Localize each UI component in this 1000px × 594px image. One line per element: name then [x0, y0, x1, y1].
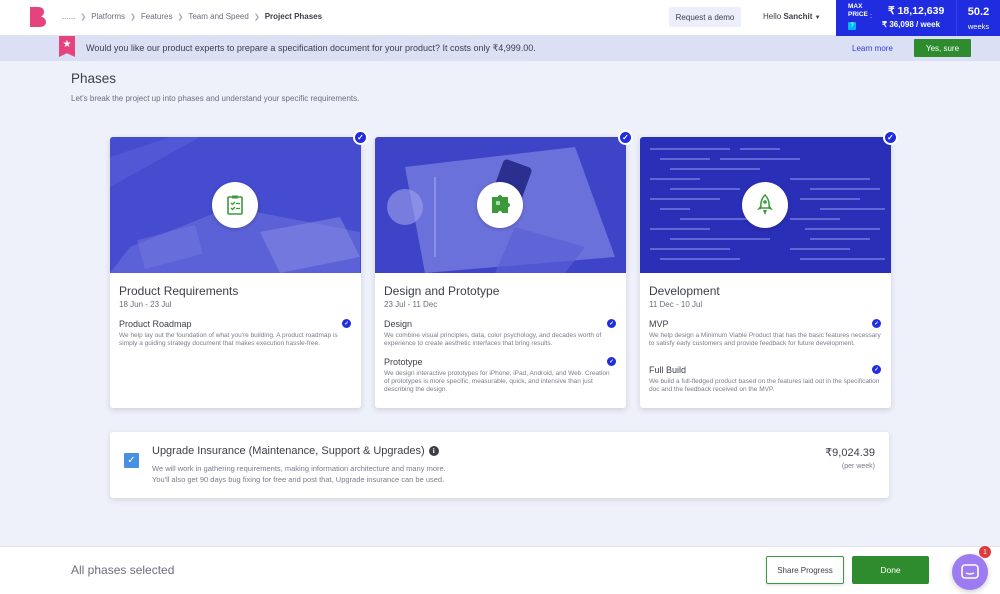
user-menu[interactable]: Hello Sanchit ▼: [763, 12, 821, 21]
feature-description: We combine visual principles, data, colo…: [384, 332, 602, 347]
done-button[interactable]: Done: [852, 556, 929, 584]
phase-image: [110, 137, 361, 273]
phase-card-development[interactable]: ✓ Development 11 Dec - 10 Jul MVP ✓ We h…: [640, 130, 898, 408]
price-summary: MAX PRICE ? : ₹ 18,12,639 ₹ 36,098 / wee…: [836, 0, 1000, 36]
learn-more-link[interactable]: Learn more: [852, 44, 893, 53]
phase-dates: 23 Jul - 11 Dec: [384, 300, 438, 309]
insurance-checkbox[interactable]: ✓: [124, 453, 139, 468]
phase-title: Development: [649, 284, 720, 298]
help-icon[interactable]: ?: [848, 22, 856, 30]
promo-banner: ★ Would you like our product experts to …: [0, 36, 1000, 61]
weeks-value: 50.2: [967, 6, 990, 18]
phase-dates: 11 Dec - 10 Jul: [649, 300, 703, 309]
price-colon: :: [870, 13, 872, 20]
feature-description: We build a full-fledged product based on…: [649, 378, 880, 393]
promo-text: Would you like our product experts to pr…: [86, 43, 536, 53]
duration-box: 50.2 weeks: [956, 0, 1000, 36]
breadcrumb-team-speed[interactable]: Team and Speed: [188, 12, 249, 21]
footer-bar: All phases selected Share Progress Done: [0, 546, 1000, 594]
breadcrumb: ...... ❯ Platforms ❯ Features ❯ Team and…: [62, 12, 322, 21]
puzzle-icon: [477, 182, 523, 228]
feature-item-full-build[interactable]: Full Build ✓ We build a full-fledged pro…: [649, 365, 881, 394]
request-demo-button[interactable]: Request a demo: [669, 7, 741, 27]
rocket-icon: [742, 182, 788, 228]
user-name: Sanchit: [783, 12, 813, 21]
insurance-price: ₹9,024.39: [825, 447, 875, 459]
phase-selected-check-icon[interactable]: ✓: [618, 130, 633, 145]
greeting-text: Hello: [763, 12, 782, 21]
feature-description: We help design a Minimum Viable Product …: [649, 332, 881, 347]
feature-description: We help lay out the foundation of what y…: [119, 332, 338, 347]
breadcrumb-features[interactable]: Features: [141, 12, 173, 21]
phase-selected-check-icon[interactable]: ✓: [353, 130, 368, 145]
top-navigation-bar: ...... ❯ Platforms ❯ Features ❯ Team and…: [0, 0, 1000, 36]
phase-card-product-requirements[interactable]: ✓ Product Requirements 18 Jun - 23 Jul P…: [110, 130, 368, 408]
feature-check-icon[interactable]: ✓: [342, 319, 351, 328]
info-icon[interactable]: i: [428, 446, 439, 456]
phase-image: [375, 137, 626, 273]
star-badge-icon: ★: [59, 36, 75, 57]
feature-check-icon[interactable]: ✓: [607, 319, 616, 328]
phase-card-design-prototype[interactable]: ✓ Design and Prototype 23 Jul - 11 Dec D…: [375, 130, 633, 408]
feature-name: Product Roadmap: [119, 319, 192, 329]
feature-name: MVP: [649, 319, 669, 329]
feature-check-icon[interactable]: ✓: [872, 365, 881, 374]
insurance-desc-line-2: You'll also get 90 days bug fixing for f…: [152, 475, 445, 484]
weeks-label: weeks: [967, 22, 990, 31]
feature-name: Design: [384, 319, 413, 329]
feature-item-design[interactable]: Design ✓ We combine visual principles, d…: [384, 319, 616, 348]
chevron-right-icon: ❯: [177, 13, 184, 21]
chevron-right-icon: ❯: [130, 13, 136, 21]
insurance-description: We will work in gathering requirements, …: [152, 463, 552, 485]
selection-status: All phases selected: [71, 563, 175, 577]
page-subtitle: Let's break the project up into phases a…: [71, 94, 360, 103]
insurance-title: Upgrade Insurance (Maintenance, Support …: [152, 445, 425, 457]
chevron-right-icon: ❯: [80, 13, 87, 21]
phase-title: Design and Prototype: [384, 284, 500, 298]
chevron-right-icon: ❯: [253, 13, 260, 21]
insurance-price-period: (per week): [841, 463, 875, 470]
feature-item-prototype[interactable]: Prototype ✓ We design interactive protot…: [384, 357, 616, 394]
breadcrumb-ellipsis[interactable]: ......: [62, 12, 75, 21]
feature-item-product-roadmap[interactable]: Product Roadmap ✓ We help lay out the fo…: [119, 319, 351, 348]
insurance-desc-line-1: We will work in gathering requirements, …: [152, 464, 446, 473]
breadcrumb-current: Project Phases: [264, 12, 323, 21]
insurance-title-row: Upgrade Insurance (Maintenance, Support …: [152, 445, 439, 457]
feature-name: Prototype: [384, 357, 423, 367]
feature-description: We design interactive prototypes for iPh…: [384, 370, 610, 393]
breadcrumb-platforms[interactable]: Platforms: [91, 12, 125, 21]
checklist-icon: [212, 182, 258, 228]
caret-down-icon: ▼: [814, 15, 821, 21]
share-progress-button[interactable]: Share Progress: [766, 556, 844, 584]
feature-check-icon[interactable]: ✓: [872, 319, 881, 328]
phase-selected-check-icon[interactable]: ✓: [883, 130, 898, 145]
phase-dates: 18 Jun - 23 Jul: [119, 300, 172, 309]
max-price-value: ₹ 18,12,639: [888, 5, 945, 17]
chat-icon[interactable]: [952, 554, 988, 590]
chat-notification-badge: 1: [979, 546, 991, 558]
page-title: Phases: [71, 71, 117, 86]
upgrade-insurance-panel: ✓ Upgrade Insurance (Maintenance, Suppor…: [110, 432, 889, 498]
yes-sure-button[interactable]: Yes, sure: [914, 39, 971, 57]
feature-check-icon[interactable]: ✓: [607, 357, 616, 366]
weekly-price-value: ₹ 36,098 / week: [882, 20, 941, 29]
builder-logo[interactable]: [30, 7, 46, 27]
feature-item-mvp[interactable]: MVP ✓ We help design a Minimum Viable Pr…: [649, 319, 881, 348]
feature-name: Full Build: [649, 365, 687, 375]
phase-title: Product Requirements: [119, 284, 239, 298]
phase-image: [640, 137, 891, 273]
